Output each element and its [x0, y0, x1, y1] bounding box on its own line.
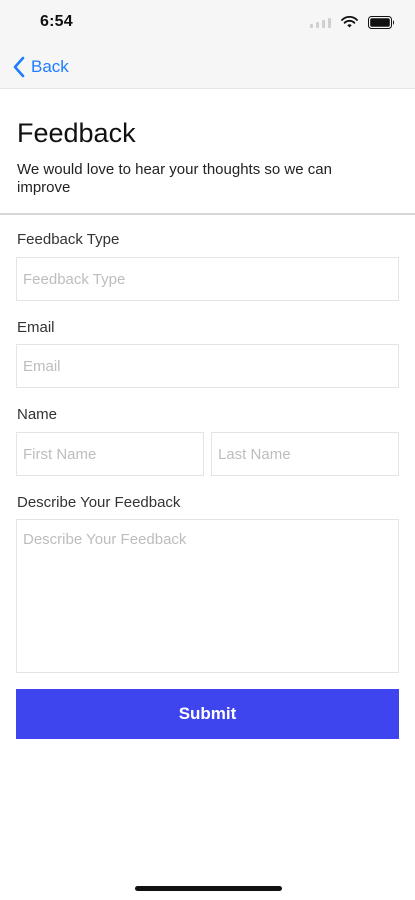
feedback-type-label: Feedback Type [17, 231, 120, 248]
home-indicator [135, 886, 282, 891]
submit-button[interactable]: Submit [16, 689, 399, 739]
status-icons [310, 12, 395, 32]
last-name-field-wrapper [211, 432, 399, 476]
feedback-screen: 6:54 Back Feedback We would love to hear… [0, 0, 415, 900]
status-time: 6:54 [40, 13, 73, 30]
first-name-field-wrapper [16, 432, 204, 476]
page-title: Feedback [17, 118, 136, 148]
signal-icon [310, 16, 331, 28]
email-field-wrapper [16, 344, 399, 388]
page-subtitle: We would love to hear your thoughts so w… [17, 161, 332, 196]
top-bar: 6:54 Back [0, 0, 415, 89]
feedback-description-textarea[interactable] [17, 520, 398, 672]
first-name-input[interactable] [17, 433, 203, 475]
last-name-input[interactable] [212, 433, 398, 475]
email-label: Email [17, 319, 55, 336]
feedback-type-field-wrapper [16, 257, 399, 301]
feedback-type-input[interactable] [17, 258, 398, 300]
header-divider [0, 213, 415, 215]
battery-icon [368, 15, 395, 29]
chevron-left-icon [13, 56, 25, 78]
name-label: Name [17, 406, 58, 423]
wifi-icon [341, 16, 358, 28]
email-field[interactable] [17, 345, 398, 387]
back-label: Back [31, 57, 69, 76]
description-label: Describe Your Feedback [17, 494, 181, 511]
back-button[interactable]: Back [12, 55, 69, 79]
description-field-wrapper [16, 519, 399, 673]
